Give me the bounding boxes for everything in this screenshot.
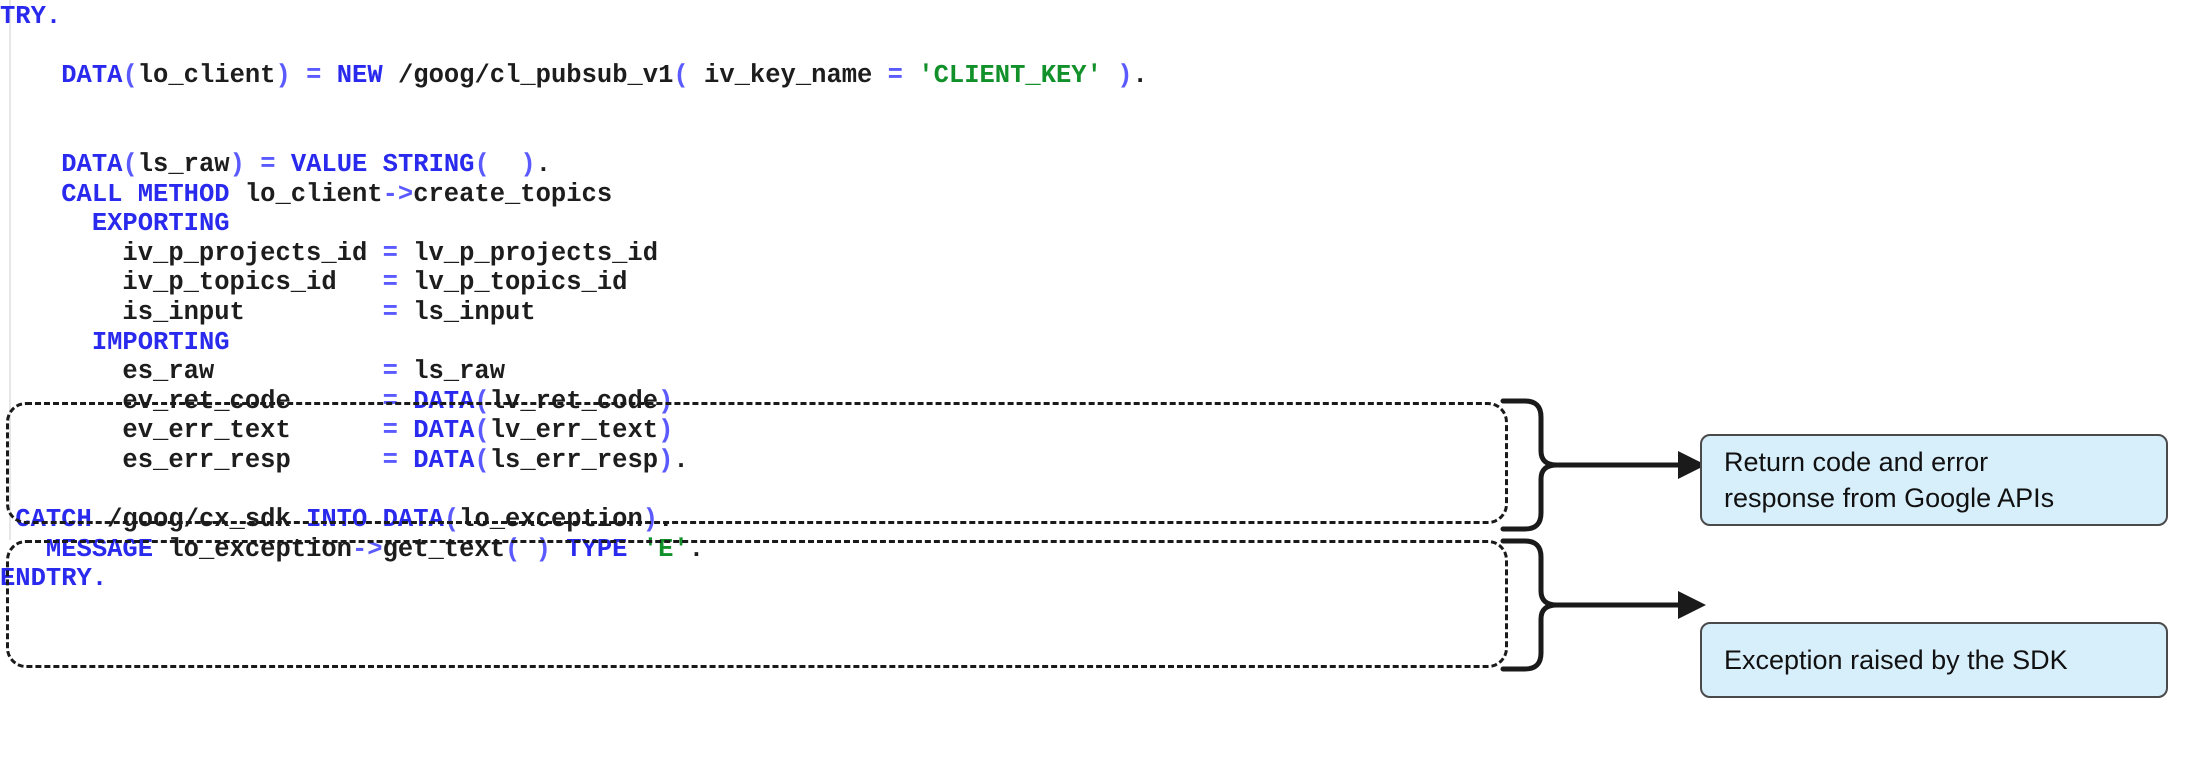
code-token: ls_raw bbox=[397, 357, 506, 387]
code-token: /goog/cl_pubsub_v1 bbox=[382, 61, 674, 91]
code-line: iv_p_topics_id = lv_p_topics_id bbox=[0, 268, 1148, 298]
arrow-head-icon bbox=[1678, 591, 1706, 619]
code-token: EXPORTING bbox=[91, 209, 230, 239]
code-token: ) bbox=[229, 149, 245, 179]
code-token: TRY. bbox=[0, 2, 62, 31]
highlight-box-importing-params bbox=[6, 402, 1508, 524]
connector-exception bbox=[1500, 538, 1706, 672]
code-token: CALL METHOD bbox=[61, 179, 230, 209]
code-token: NEW bbox=[336, 61, 383, 91]
code-token: lo_client bbox=[229, 179, 383, 209]
callout-exception: Exception raised by the SDK bbox=[1700, 622, 2168, 698]
code-line: DATA(ls_raw) = VALUE STRING( ). bbox=[0, 150, 1148, 180]
code-token: lv_p_projects_id bbox=[397, 238, 659, 268]
code-line: iv_p_projects_id = lv_p_projects_id bbox=[0, 239, 1148, 269]
code-token: -> bbox=[382, 179, 414, 209]
callout-exception-label: Exception raised by the SDK bbox=[1724, 645, 2068, 675]
code-token: iv_p_topics_id bbox=[122, 268, 383, 298]
code-token: = bbox=[887, 61, 903, 91]
code-token: . bbox=[1132, 61, 1148, 91]
code-token: lo_client bbox=[137, 61, 276, 91]
code-token: ) bbox=[1101, 61, 1133, 91]
code-token: 'CLIENT_KEY' bbox=[918, 61, 1102, 91]
code-token: = bbox=[382, 357, 398, 387]
code-line: is_input = ls_input bbox=[0, 298, 1148, 328]
code-token: ( bbox=[122, 149, 138, 179]
code-token: STRING bbox=[382, 149, 475, 179]
code-token: ( bbox=[474, 149, 490, 179]
code-token: create_topics bbox=[413, 179, 613, 209]
code-token: DATA bbox=[61, 61, 123, 91]
code-token: is_input bbox=[122, 297, 383, 327]
code-token: ( bbox=[122, 61, 138, 91]
code-token: ( bbox=[673, 61, 689, 91]
code-token: = bbox=[306, 61, 322, 91]
code-line: EXPORTING bbox=[0, 209, 1148, 239]
code-token: iv_p_projects_id bbox=[122, 238, 383, 268]
callout-return-code-label: Return code and error response from Goog… bbox=[1724, 447, 2055, 513]
code-line: CALL METHOD lo_client->create_topics bbox=[0, 180, 1148, 210]
code-token: = bbox=[382, 238, 398, 268]
brace-importing-icon bbox=[1500, 398, 1558, 532]
code-line: TRY. bbox=[0, 2, 1148, 32]
code-token: ) bbox=[489, 149, 536, 179]
highlight-box-catch-block bbox=[6, 540, 1508, 668]
code-token: ) bbox=[275, 61, 291, 91]
code-token: DATA bbox=[61, 149, 123, 179]
code-token: lv_p_topics_id bbox=[397, 268, 628, 298]
code-token: IMPORTING bbox=[91, 327, 230, 357]
code-line: IMPORTING bbox=[0, 328, 1148, 358]
connector-return-code bbox=[1500, 398, 1706, 532]
code-token: VALUE bbox=[290, 149, 368, 179]
code-line: es_raw = ls_raw bbox=[0, 357, 1148, 387]
code-token: . bbox=[535, 149, 552, 179]
code-token: iv_key_name bbox=[688, 61, 888, 91]
code-token: = bbox=[382, 268, 398, 298]
code-token: = bbox=[382, 297, 398, 327]
code-token: ls_input bbox=[397, 297, 536, 327]
callout-return-code: Return code and error response from Goog… bbox=[1700, 434, 2168, 526]
brace-catch-icon bbox=[1500, 538, 1558, 672]
code-token: = bbox=[260, 149, 276, 179]
code-token: ls_raw bbox=[137, 149, 230, 179]
code-line: DATA(lo_client) = NEW /goog/cl_pubsub_v1… bbox=[0, 61, 1148, 91]
code-token: es_raw bbox=[122, 357, 383, 387]
